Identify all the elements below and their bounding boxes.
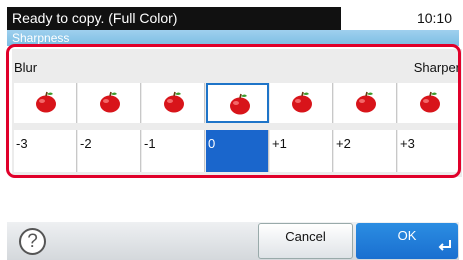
cancel-button[interactable]: Cancel bbox=[258, 223, 353, 259]
enter-key-icon bbox=[438, 240, 451, 251]
ok-button[interactable]: OK bbox=[356, 223, 458, 259]
help-icon: ? bbox=[27, 231, 38, 252]
status-bar: Ready to copy. (Full Color) 10:10 bbox=[7, 7, 459, 30]
status-message: Ready to copy. (Full Color) bbox=[12, 10, 178, 26]
clock-area: 10:10 bbox=[341, 7, 459, 30]
highlight-frame bbox=[6, 44, 461, 178]
screen-title: Sharpness bbox=[12, 31, 70, 45]
clock: 10:10 bbox=[416, 10, 452, 26]
help-button[interactable]: ? bbox=[19, 228, 46, 255]
